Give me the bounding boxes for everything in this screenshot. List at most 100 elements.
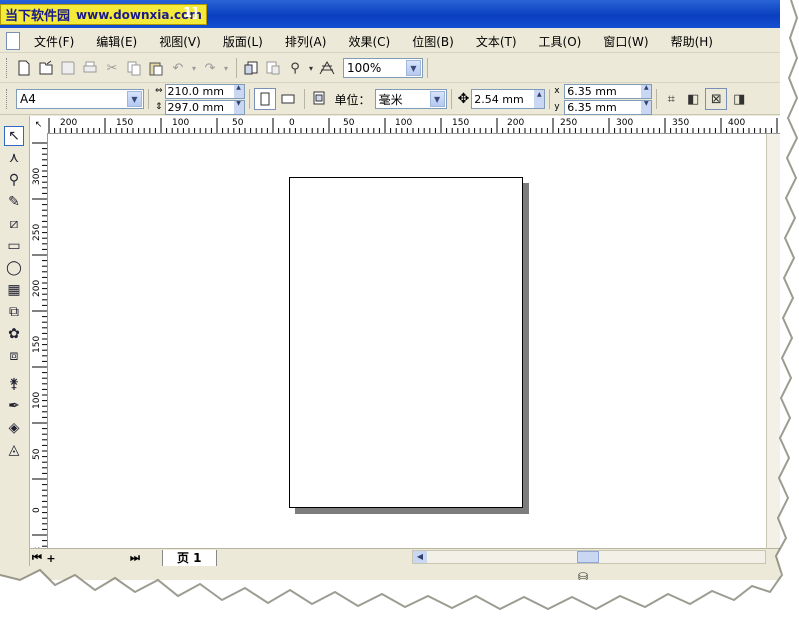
redo-dropdown-icon[interactable]: ▾ — [222, 58, 230, 78]
chevron-down-icon[interactable]: ▼ — [127, 91, 142, 107]
spin-arrows-icon[interactable]: ▼ — [641, 100, 652, 114]
h-ruler-label: 50 — [343, 118, 355, 128]
chevron-down-icon[interactable]: ▼ — [406, 60, 421, 76]
export-icon[interactable] — [263, 58, 283, 78]
toolbox: ↖ ⋏ ⚲ ✎ ⧄ ▭ ◯ ▦ ⧉ ✿ ⧈ ⚵ ✒ ◈ ◬ — [0, 116, 30, 568]
text-tool-icon[interactable]: ✿ — [4, 324, 24, 344]
duplicate-y-field[interactable]: 6.35 mm ▼ — [564, 99, 653, 115]
zoom-tool-icon[interactable]: ⚲ — [4, 170, 24, 190]
save-icon[interactable] — [58, 58, 78, 78]
chevron-down-icon[interactable]: ▼ — [429, 91, 445, 107]
page-settings-icon[interactable] — [309, 89, 329, 109]
h-ruler-label: 150 — [452, 118, 469, 128]
paste-icon[interactable] — [146, 58, 166, 78]
menu-tools[interactable]: 工具(O) — [539, 33, 582, 50]
horizontal-scrollbar[interactable]: ◀ — [412, 550, 766, 564]
units-combo[interactable]: 毫米 ▼ — [374, 89, 447, 109]
h-ruler-label: 100 — [395, 118, 412, 128]
ruler-origin-corner[interactable]: ↖ — [30, 116, 48, 134]
vertical-ruler[interactable]: 300 250 200 150 100 50 0 毫米 — [30, 133, 48, 568]
outline-tool-icon[interactable]: ✒ — [4, 396, 24, 416]
open-document-icon[interactable] — [36, 58, 56, 78]
import-icon[interactable] — [241, 58, 261, 78]
menu-help[interactable]: 帮助(H) — [671, 33, 713, 50]
scroll-thumb[interactable] — [577, 551, 599, 563]
landscape-orientation-icon[interactable] — [278, 89, 298, 109]
interactive-blend-tool-icon[interactable]: ⧈ — [4, 346, 24, 366]
vertical-scrollbar[interactable] — [766, 134, 780, 548]
spin-arrows-icon[interactable]: ▼ — [233, 100, 244, 114]
interactive-fill-tool-icon[interactable]: ◬ — [4, 440, 24, 460]
v-ruler-label: 100 — [32, 392, 42, 409]
page-tab[interactable]: 页 1 — [162, 549, 217, 567]
add-page-button[interactable]: + — [44, 552, 58, 565]
page-width-field[interactable]: 210.0 mm ▲ — [164, 83, 245, 99]
spin-arrows-icon[interactable]: ▲ — [233, 84, 244, 98]
v-ruler-label: 50 — [32, 448, 42, 460]
paper-size-value: A4 — [20, 92, 36, 106]
prev-page-icon[interactable]: ⏭ — [128, 551, 142, 565]
duplicate-x-value: 6.35 mm — [567, 84, 617, 98]
dynamic-guides-icon[interactable]: ◨ — [729, 89, 749, 109]
menu-file[interactable]: 文件(F) — [34, 33, 74, 50]
page-height-value: 297.0 mm — [167, 100, 224, 114]
cut-icon[interactable]: ✂ — [102, 58, 122, 78]
undo-dropdown-icon[interactable]: ▾ — [190, 58, 198, 78]
fill-tool-icon[interactable]: ◈ — [4, 418, 24, 438]
h-ruler-label: 50 — [232, 118, 244, 128]
redo-icon[interactable]: ↷ — [200, 58, 220, 78]
dup-x-row: x 6.35 mm ▲ — [554, 83, 653, 99]
corel-online-icon[interactable] — [317, 58, 337, 78]
new-document-icon[interactable] — [14, 58, 34, 78]
graph-paper-tool-icon[interactable]: ▦ — [4, 280, 24, 300]
paper-size-combo[interactable]: A4 ▼ — [16, 89, 144, 109]
snap-to-objects-icon[interactable]: ⊠ — [705, 88, 728, 110]
menu-view[interactable]: 视图(V) — [159, 33, 201, 50]
scroll-left-icon[interactable]: ◀ — [413, 551, 427, 563]
first-page-icon[interactable]: ⏮ — [30, 551, 44, 565]
launcher-dropdown-icon[interactable]: ▾ — [307, 58, 315, 78]
standard-toolbar: ✂ ↶ ▾ ↷ ▾ ⚲ ▾ 100% ▼ — [0, 54, 780, 83]
spin-arrows-icon[interactable]: ▲ — [641, 84, 652, 98]
basic-shapes-tool-icon[interactable]: ⧉ — [4, 302, 24, 322]
menu-bitmaps[interactable]: 位图(B) — [412, 33, 454, 50]
h-ruler-label: 400 — [728, 118, 745, 128]
property-bar-grip[interactable] — [6, 89, 10, 109]
menu-arrange[interactable]: 排列(A) — [285, 33, 327, 50]
menu-window[interactable]: 窗口(W) — [603, 33, 648, 50]
snap-to-guidelines-icon[interactable]: ◧ — [683, 89, 703, 109]
shape-tool-icon[interactable]: ⋏ — [4, 148, 24, 168]
toolbar-grip[interactable] — [6, 58, 10, 78]
menu-layout[interactable]: 版面(L) — [223, 33, 263, 50]
print-icon[interactable] — [80, 58, 100, 78]
menu-effects[interactable]: 效果(C) — [348, 33, 390, 50]
application-launcher-icon[interactable]: ⚲ — [285, 58, 305, 78]
page-height-row: ⇕ 297.0 mm ▼ — [155, 99, 245, 115]
eyedropper-tool-icon[interactable]: ⚵ — [4, 374, 24, 394]
copy-icon[interactable] — [124, 58, 144, 78]
zoom-level-value: 100% — [347, 61, 382, 75]
freehand-tool-icon[interactable]: ✎ — [4, 192, 24, 212]
menu-doc-icon[interactable] — [6, 32, 20, 50]
dup-y-row: y 6.35 mm ▼ — [554, 99, 653, 115]
duplicate-x-field[interactable]: 6.35 mm ▲ — [564, 83, 653, 99]
pick-tool-icon[interactable]: ↖ — [4, 126, 24, 146]
zoom-level-combo[interactable]: 100% ▼ — [343, 58, 423, 78]
smart-fill-tool-icon[interactable]: ⧄ — [4, 214, 24, 234]
rectangle-tool-icon[interactable]: ▭ — [4, 236, 24, 256]
spin-arrows-icon[interactable]: ▲ — [534, 90, 545, 108]
document-page[interactable] — [289, 177, 523, 508]
snap-to-grid-icon[interactable]: ⌗ — [661, 89, 681, 109]
horizontal-ruler[interactable]: 200 150 100 50 0 50 100 150 200 250 300 … — [47, 116, 780, 134]
toolbar-separator — [450, 89, 452, 109]
undo-icon[interactable]: ↶ — [168, 58, 188, 78]
ellipse-tool-icon[interactable]: ◯ — [4, 258, 24, 278]
horizontal-ruler-ticks: 200 150 100 50 0 50 100 150 200 250 300 … — [48, 118, 778, 133]
menu-edit[interactable]: 编辑(E) — [96, 33, 137, 50]
nudge-distance-field[interactable]: 2.54 mm ▲ — [471, 89, 546, 109]
menu-text[interactable]: 文本(T) — [476, 33, 517, 50]
v-ruler-label: 200 — [32, 280, 42, 297]
portrait-orientation-icon[interactable] — [253, 88, 276, 110]
page-height-field[interactable]: 297.0 mm ▼ — [164, 99, 245, 115]
nudge-distance-value: 2.54 mm — [474, 92, 524, 106]
